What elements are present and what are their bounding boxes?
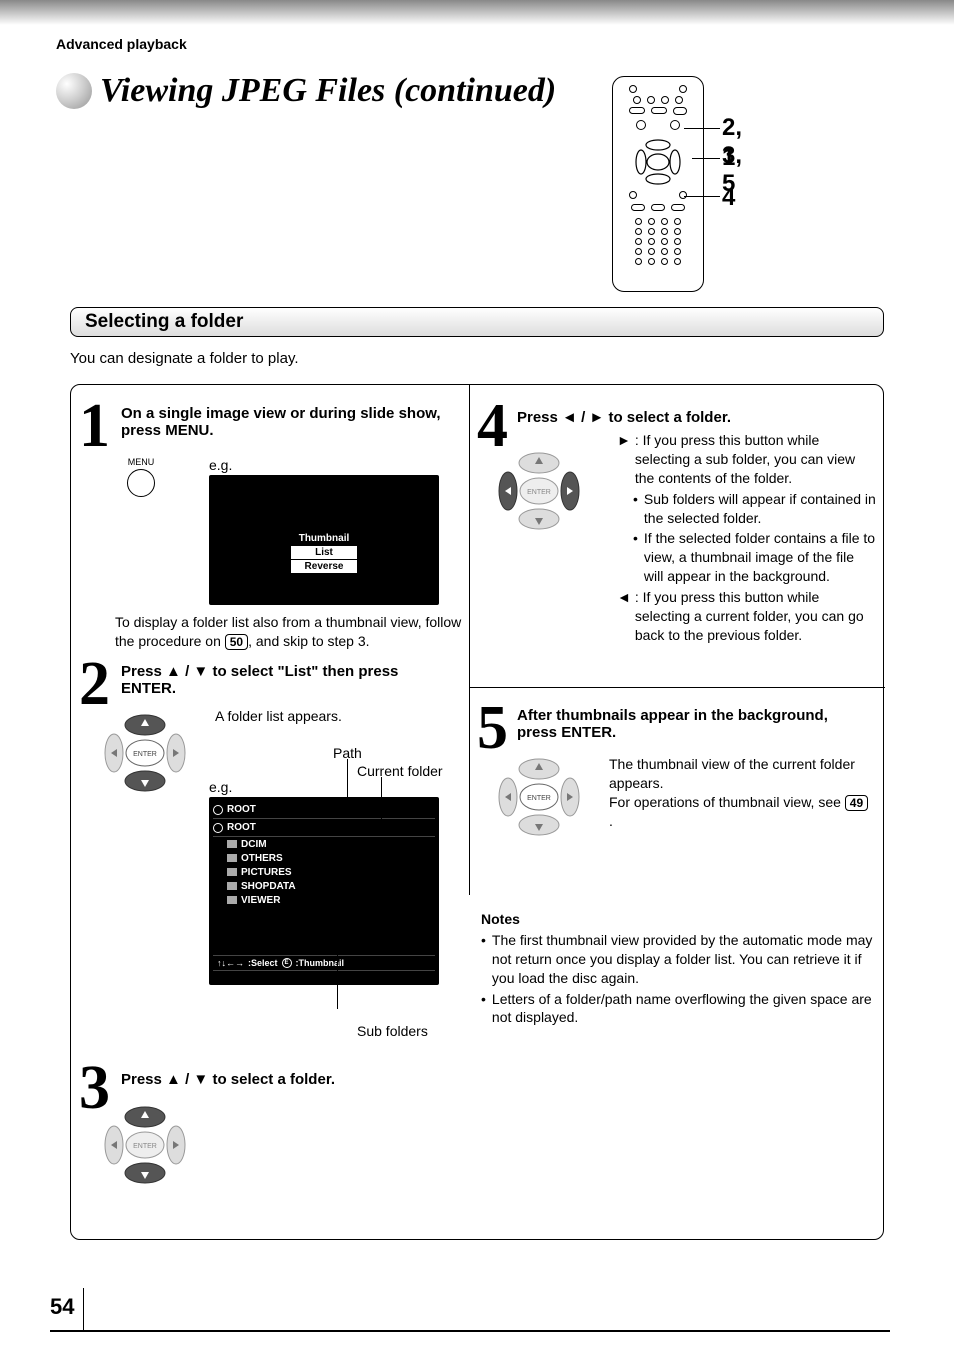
page-number-vertical-rule [83,1288,84,1332]
step1-popup-menu: Thumbnail List Reverse [290,531,358,574]
svg-text:ENTER: ENTER [527,489,551,496]
page-ref-50: 50 [225,634,248,650]
step2-screen-mock: ROOT ROOT DCIM OTHERS PICTURES SHOPDATA … [209,797,439,985]
step4-body: ► : If you press this button while selec… [617,431,877,645]
dpad-icon: ENTER [99,707,191,799]
svg-text:ENTER: ENTER [133,751,157,758]
step1-eg-label: e.g. [209,457,232,473]
remote-callout-4: 4 [722,184,735,212]
page-number-rule [50,1330,890,1332]
step2-eg-label: e.g. [209,779,232,795]
page-title: Viewing JPEG Files (continued) [100,72,556,110]
down-arrow-icon: ▼ [193,663,208,680]
step1-screen-mock: Thumbnail List Reverse [209,475,439,605]
right-arrow-icon: ► [617,431,631,488]
note-1: The first thumbnail view provided by the… [492,931,877,988]
remote-outline [612,76,704,292]
top-gradient [0,0,954,25]
down-arrow-icon: ▼ [193,1071,208,1088]
left-arrow-icon: ◄ [562,409,577,426]
svg-text:ENTER: ENTER [133,1143,157,1150]
dpad-icon: ENTER [99,1099,191,1191]
step2-result: A folder list appears. [215,707,342,726]
step-4-heading: Press ◄ / ► to select a folder. [517,409,867,426]
section-heading-bar: Selecting a folder [70,307,884,337]
dpad-icon: ENTER [493,445,585,537]
step-3-heading: Press ▲ / ▼ to select a folder. [121,1071,451,1088]
step-5-heading: After thumbnails appear in the backgroun… [517,707,867,741]
menu-option-list: List [291,546,357,560]
steps-container: 1 On a single image view or during slide… [70,384,884,1240]
remote-cursor-cluster [633,137,683,187]
title-sphere-decoration [56,73,92,109]
menu-option-reverse: Reverse [291,560,357,573]
remote-callout-1: 1 [722,144,735,172]
page-ref-49: 49 [845,795,868,811]
dpad-icon: ENTER [493,751,585,843]
vertical-divider [469,385,470,895]
current-folder-label: Current folder [357,763,443,779]
left-arrow-icon: ◄ [617,588,631,645]
step5-body: The thumbnail view of the current folder… [609,755,869,831]
notes-block: Notes •The first thumbnail view provided… [481,910,877,1027]
sub-folders-label: Sub folders [357,1023,428,1039]
up-arrow-icon: ▲ [166,1071,181,1088]
right-arrow-icon: ► [589,409,604,426]
section-header: Advanced playback [56,36,187,52]
page-number: 54 [50,1294,74,1320]
step1-note: To display a folder list also from a thu… [115,613,465,651]
page-title-row: Viewing JPEG Files (continued) [56,72,556,110]
remote-diagram: 2, 3, 5 1 4 [612,76,704,292]
step-5-number: 5 [477,697,508,759]
step-1-number: 1 [79,395,110,457]
intro-text: You can designate a folder to play. [70,350,299,367]
note-2: Letters of a folder/path name overflowin… [492,990,877,1028]
menu-option-thumbnail: Thumbnail [291,532,357,546]
menu-button-icon: MENU [127,457,155,497]
step-1-heading: On a single image view or during slide s… [121,405,451,439]
step-2-number: 2 [79,653,110,715]
notes-title: Notes [481,910,877,929]
horizontal-divider-right [469,687,885,688]
section-heading-text: Selecting a folder [85,311,243,333]
svg-text:ENTER: ENTER [527,795,551,802]
step-2-heading: Press ▲ / ▼ to select "List" then press … [121,663,451,697]
up-arrow-icon: ▲ [166,663,181,680]
